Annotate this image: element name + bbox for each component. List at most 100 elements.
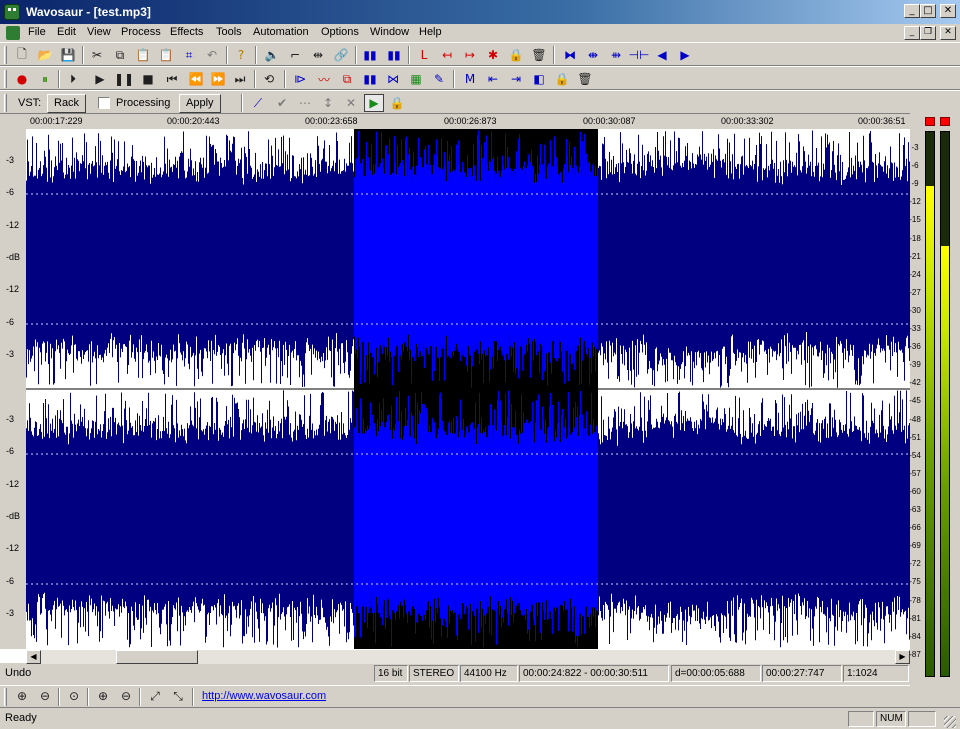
title-bar[interactable]: Wavosaur - [test.mp3] _ □ ✕ — [0, 0, 960, 24]
menu-file[interactable]: File — [28, 26, 46, 38]
marker-split-icon[interactable]: ⇹ — [308, 46, 328, 64]
automation-lock-icon[interactable]: 🔒 — [387, 94, 407, 112]
undo-icon[interactable]: ↶ — [202, 46, 222, 64]
zoom-in-icon[interactable]: ⊕ — [12, 687, 32, 705]
marker-m-icon[interactable]: M — [460, 70, 480, 88]
automation-delete-icon[interactable]: ✕ — [341, 94, 361, 112]
region-prev-icon[interactable]: ◀ — [652, 46, 672, 64]
zoom-full-icon[interactable]: ⊙ — [64, 687, 84, 705]
copy-region-icon[interactable]: ⧉ — [337, 70, 357, 88]
loop-left-icon[interactable]: ↤ — [437, 46, 457, 64]
marker-left-icon[interactable]: ⇤ — [483, 70, 503, 88]
spectrum-icon[interactable]: ▦ — [406, 70, 426, 88]
go-start-icon[interactable]: ⏮ — [162, 70, 182, 88]
doc-close-button[interactable]: ✕ — [940, 26, 956, 40]
horizontal-scrollbar[interactable]: ◀ ▶ — [26, 649, 910, 664]
menu-effects[interactable]: Effects — [170, 26, 203, 38]
minimize-button[interactable]: _ — [904, 4, 920, 18]
menu-automation[interactable]: Automation — [253, 26, 309, 38]
envelope-icon[interactable]: 〰 — [314, 70, 334, 88]
zoom-vertical-in-icon[interactable]: ⤢ — [145, 687, 165, 705]
chain-link-icon[interactable]: 🔗 — [331, 46, 351, 64]
region-icon-3[interactable]: ⇻ — [606, 46, 626, 64]
menu-process[interactable]: Process — [121, 26, 161, 38]
save-icon[interactable]: 💾 — [58, 46, 78, 64]
bpm-icon[interactable]: ⋈ — [383, 70, 403, 88]
rack-button[interactable]: Rack — [47, 94, 87, 113]
waveform-normalize-icon[interactable]: ▮▮ — [360, 46, 380, 64]
stop-icon[interactable]: ■ — [138, 70, 158, 88]
menu-edit[interactable]: Edit — [57, 26, 76, 38]
automation-dots-icon[interactable]: ⋯ — [295, 94, 315, 112]
waveform-stereo-icon[interactable]: ▮▮ — [384, 46, 404, 64]
automation-play-icon[interactable]: ▶ — [364, 94, 384, 112]
resize-grip-icon[interactable] — [944, 716, 956, 728]
copy-icon[interactable]: ⧉ — [110, 46, 130, 64]
time-ruler[interactable]: 00:00:17:229 00:00:20:443 00:00:23:658 0… — [0, 114, 910, 129]
zoom-selection-in-icon[interactable]: ⊕ — [93, 687, 113, 705]
region-icon-2[interactable]: ⇼ — [583, 46, 603, 64]
loop-start-icon[interactable]: L — [414, 46, 434, 64]
pause-icon[interactable]: ❚❚ — [114, 70, 134, 88]
maximize-button[interactable]: □ — [920, 4, 936, 18]
marker-lock-icon[interactable]: 🔒 — [552, 70, 572, 88]
menu-window[interactable]: Window — [370, 26, 409, 38]
doc-restore-button[interactable]: ❐ — [920, 26, 936, 40]
marker-link-icon[interactable]: ⌐ — [285, 46, 305, 64]
marker-fill-icon[interactable]: ◧ — [529, 70, 549, 88]
pencil-icon[interactable]: ✎ — [429, 70, 449, 88]
region-icon-1[interactable]: ⧓ — [560, 46, 580, 64]
loop-right-icon[interactable]: ↦ — [460, 46, 480, 64]
play-icon[interactable]: ▶ — [90, 70, 110, 88]
menu-options[interactable]: Options — [321, 26, 359, 38]
record-levels-icon[interactable]: ⏸ — [35, 70, 55, 88]
scroll-left-button[interactable]: ◀ — [26, 650, 41, 664]
insert-marker-icon[interactable]: ⧐ — [290, 70, 310, 88]
open-folder-icon[interactable]: 📂 — [35, 46, 55, 64]
doc-minimize-button[interactable]: _ — [904, 26, 920, 40]
toolbar-grip[interactable] — [4, 46, 7, 64]
region-icon-4[interactable]: ⊣⊢ — [629, 46, 650, 64]
automation-curve-icon[interactable]: ⟋ — [248, 94, 268, 112]
toolbar-grip[interactable] — [4, 94, 7, 112]
record-icon[interactable]: ● — [12, 70, 32, 88]
toolbar-grip[interactable] — [4, 70, 7, 88]
apply-button[interactable]: Apply — [179, 94, 221, 113]
crop-icon[interactable]: ⌗ — [179, 46, 199, 64]
play-selection-icon[interactable]: ⏵ — [63, 70, 83, 88]
marker-delete-icon[interactable]: 🗑 — [575, 70, 595, 88]
document-icon[interactable] — [6, 26, 20, 40]
waveform-canvas[interactable] — [26, 129, 910, 649]
waveform-edit-icon[interactable]: ▮▮ — [360, 70, 380, 88]
paste-icon[interactable]: 📋 — [133, 46, 153, 64]
zoom-selection-out-icon[interactable]: ⊖ — [116, 687, 136, 705]
toolbar-grip[interactable] — [4, 688, 7, 706]
region-next-icon[interactable]: ▶ — [675, 46, 695, 64]
automation-check-icon[interactable]: ✔ — [272, 94, 292, 112]
processing-checkbox[interactable] — [98, 97, 110, 109]
zoom-out-icon[interactable]: ⊖ — [35, 687, 55, 705]
automation-vertical-icon[interactable]: ↕ — [318, 94, 338, 112]
zoom-vertical-out-icon[interactable]: ⤡ — [168, 687, 188, 705]
fast-forward-icon[interactable]: ⏩ — [208, 70, 228, 88]
new-file-icon[interactable]: 🗋 — [12, 46, 32, 64]
help-icon[interactable]: ? — [231, 46, 251, 64]
go-end-icon[interactable]: ⏭ — [230, 70, 250, 88]
loop-play-icon[interactable]: ⟲ — [259, 70, 279, 88]
loop-wave-icon[interactable]: ✱ — [483, 46, 503, 64]
speaker-icon[interactable]: 🔈 — [262, 46, 282, 64]
loop-lock-icon[interactable]: 🔒 — [506, 46, 526, 64]
paste-mix-icon[interactable]: 📋 — [156, 46, 176, 64]
marker-right-icon[interactable]: ⇥ — [506, 70, 526, 88]
menu-help[interactable]: Help — [419, 26, 442, 38]
cut-icon[interactable]: ✂ — [87, 46, 107, 64]
app-icon[interactable] — [4, 4, 20, 20]
rewind-icon[interactable]: ⏪ — [186, 70, 206, 88]
menu-tools[interactable]: Tools — [216, 26, 242, 38]
scroll-thumb[interactable] — [116, 650, 198, 664]
waveform-editor[interactable]: 00:00:17:229 00:00:20:443 00:00:23:658 0… — [0, 113, 910, 664]
loop-delete-icon[interactable]: 🗑 — [529, 46, 549, 64]
menu-view[interactable]: View — [87, 26, 111, 38]
close-button[interactable]: ✕ — [940, 4, 956, 18]
website-link[interactable]: http://www.wavosaur.com — [202, 690, 326, 702]
